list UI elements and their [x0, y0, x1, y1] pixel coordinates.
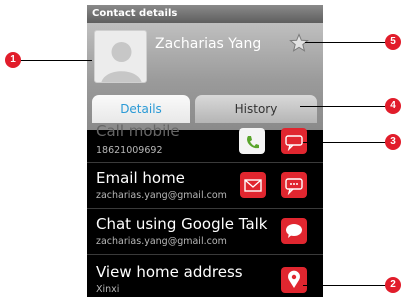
- sms-icon[interactable]: [281, 128, 307, 154]
- list-item-home-address[interactable]: View home address Xinxi: [87, 255, 323, 297]
- row-subtitle: Xinxi: [96, 284, 120, 295]
- callout-1: 1: [5, 52, 21, 68]
- contact-name: Zacharias Yang: [155, 36, 262, 52]
- window-title: Contact details: [87, 5, 323, 23]
- callout-line-1: [19, 60, 92, 61]
- phone-screen: Contact details Zacharias Yang Details H…: [87, 5, 323, 297]
- contact-actions-list: Call mobile 18621009692 Email home zacha…: [87, 122, 323, 297]
- row-title: Call mobile: [96, 122, 180, 140]
- callout-5: 5: [385, 34, 401, 50]
- callout-line-5: [305, 42, 389, 43]
- call-icon[interactable]: [239, 128, 265, 154]
- callout-3: 3: [385, 134, 401, 150]
- map-pin-icon[interactable]: [281, 267, 307, 293]
- star-icon[interactable]: [289, 33, 309, 53]
- callout-2: 2: [385, 277, 401, 293]
- row-subtitle: 18621009692: [96, 145, 163, 156]
- list-item-call-mobile[interactable]: Call mobile 18621009692: [87, 117, 323, 163]
- email-icon[interactable]: [240, 172, 266, 198]
- row-subtitle: zacharias.yang@gmail.com: [96, 236, 227, 247]
- callout-line-4: [300, 106, 389, 107]
- sms-icon[interactable]: [281, 172, 307, 198]
- list-item-google-talk[interactable]: Chat using Google Talk zacharias.yang@gm…: [87, 209, 323, 255]
- callout-4: 4: [385, 98, 401, 114]
- avatar-icon[interactable]: [94, 30, 147, 83]
- callout-line-3: [303, 142, 389, 143]
- contact-header: Zacharias Yang Details History: [87, 23, 323, 130]
- chat-icon[interactable]: [281, 218, 307, 244]
- callout-line-2: [303, 285, 389, 286]
- row-title: Chat using Google Talk: [96, 215, 268, 233]
- list-item-email-home[interactable]: Email home zacharias.yang@gmail.com: [87, 163, 323, 209]
- row-title: Email home: [96, 169, 185, 187]
- row-title: View home address: [96, 263, 243, 281]
- row-subtitle: zacharias.yang@gmail.com: [96, 190, 227, 201]
